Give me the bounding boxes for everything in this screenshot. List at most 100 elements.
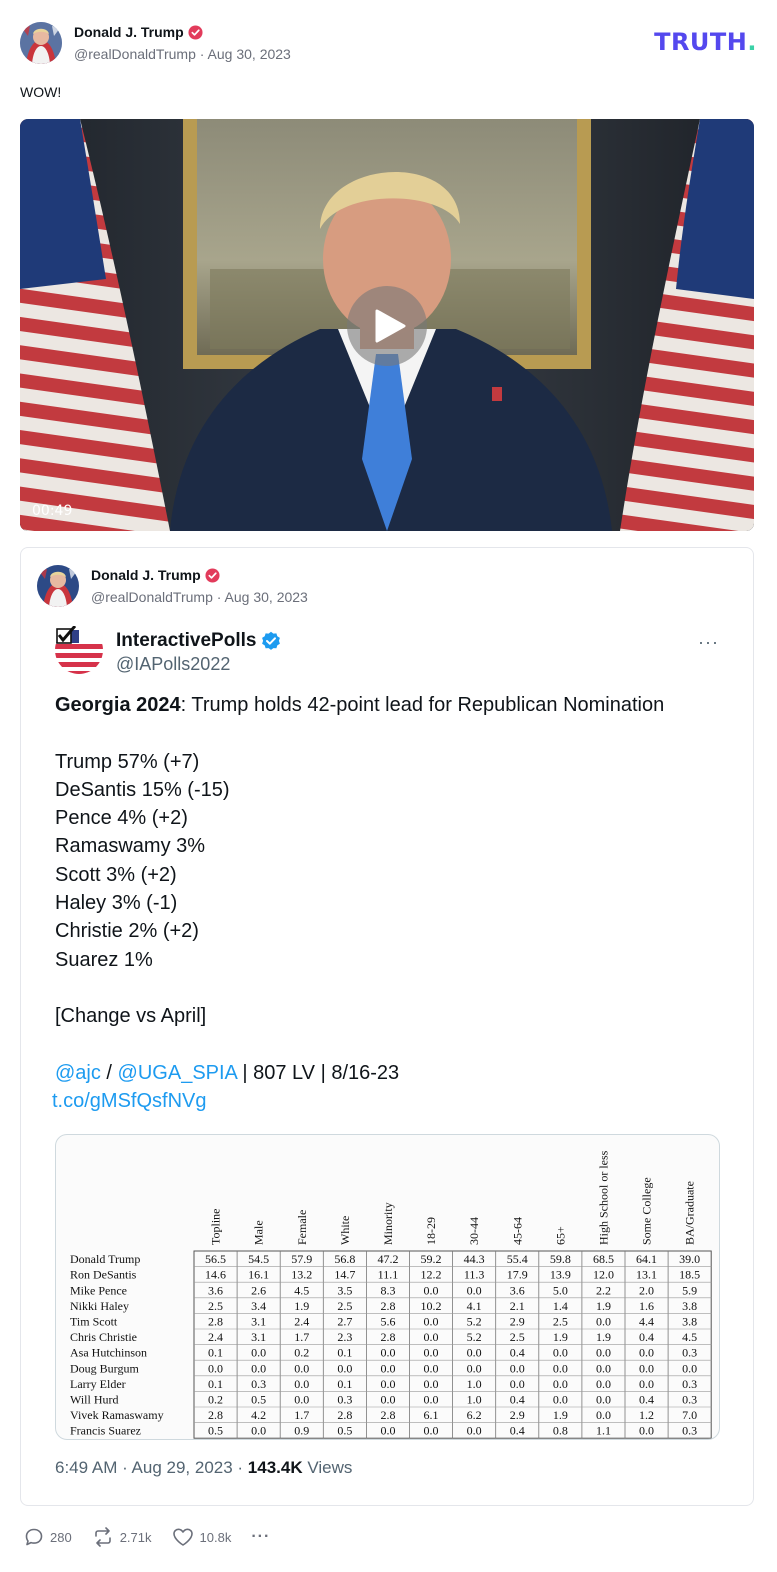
poll-table: Topline Male Female White Minority 18-29 30-44…: [70, 1150, 712, 1439]
tweet-body: Georgia 2024: Trump holds 42-point lead …: [52, 691, 725, 1115]
tweet-result-line: Haley 3% (-1): [55, 892, 178, 915]
poll-cell: 0.0: [380, 1393, 395, 1407]
retruth-icon: [94, 1527, 111, 1547]
poll-cell: 0.8: [553, 1424, 568, 1438]
poll-cell: 0.3: [337, 1393, 352, 1407]
poll-cell: 0.3: [251, 1377, 266, 1391]
poll-cell: 2.8: [380, 1299, 395, 1313]
retruth-count: 2.71k: [119, 1529, 152, 1545]
tweet-source-line: @ajc / @UGA_SPIA | 807 LV | 8/16-23: [55, 1059, 725, 1087]
poll-row-label: Chris Christie: [70, 1330, 137, 1344]
poll-column-header: High School or less: [596, 1150, 610, 1245]
poll-cell: 18.5: [679, 1268, 700, 1282]
poll-cell: 0.0: [251, 1361, 266, 1375]
poll-cell: 2.8: [337, 1408, 352, 1422]
mention-ajc: @ajc: [55, 1061, 101, 1084]
poll-cell: 0.1: [337, 1346, 352, 1360]
poll-cell: 6.1: [424, 1408, 439, 1422]
quoted-author-handle[interactable]: @realDonaldTrump: [91, 589, 213, 605]
poll-cell: 2.8: [208, 1315, 223, 1329]
brand-wordmark: TRUTH: [654, 28, 748, 56]
quoted-post[interactable]: Donald J. Trump @realDonaldTrump · Aug 3…: [20, 547, 754, 1506]
poll-cell: 0.0: [553, 1393, 568, 1407]
poll-cell: 17.9: [507, 1268, 528, 1282]
video-player[interactable]: 00:49: [20, 119, 754, 531]
poll-cell: 2.5: [510, 1330, 525, 1344]
poll-cell: 0.0: [380, 1346, 395, 1360]
poll-cell: 5.2: [467, 1315, 482, 1329]
poll-cell: 39.0: [679, 1252, 700, 1266]
poll-row-label: Doug Burgum: [70, 1361, 139, 1375]
poll-cell: 2.1: [510, 1299, 525, 1313]
poll-cell: 54.5: [248, 1252, 269, 1266]
poll-cell: 64.1: [636, 1252, 657, 1266]
quoted-author-name[interactable]: Donald J. Trump: [91, 567, 201, 583]
poll-row-label: Vivek Ramaswamy: [70, 1408, 164, 1422]
poll-cell: 0.0: [380, 1361, 395, 1375]
poll-column-header: Female: [295, 1210, 309, 1245]
poll-cell: 1.7: [294, 1408, 309, 1422]
poll-cell: 0.0: [596, 1393, 611, 1407]
poll-cell: 13.1: [636, 1268, 657, 1282]
poll-cell: 1.9: [596, 1330, 611, 1344]
poll-cell: 0.3: [682, 1393, 697, 1407]
reply-button[interactable]: 280: [24, 1527, 72, 1547]
poll-cell: 2.9: [510, 1315, 525, 1329]
like-count: 10.8k: [199, 1529, 232, 1545]
poll-cell: 5.9: [682, 1283, 697, 1297]
poll-row-label: Mike Pence: [70, 1283, 127, 1297]
poll-column-header: BA/Graduate: [683, 1181, 697, 1245]
meta-separator: ·: [199, 46, 205, 62]
poll-cell: 0.0: [424, 1393, 439, 1407]
post-date[interactable]: Aug 30, 2023: [208, 46, 291, 62]
poll-cell: 2.2: [596, 1283, 611, 1297]
tweet-result-line: Christie 2% (+2): [55, 920, 199, 943]
poll-cell: 47.2: [377, 1252, 398, 1266]
tweet-views-label: Views: [302, 1458, 353, 1477]
poll-cell: 13.9: [550, 1268, 571, 1282]
poll-cell: 10.2: [421, 1299, 442, 1313]
poll-cell: 0.0: [639, 1361, 654, 1375]
truth-social-logo[interactable]: TRUTH.: [654, 28, 757, 56]
poll-cell: 0.0: [380, 1424, 395, 1438]
author-avatar[interactable]: [20, 22, 62, 64]
poll-cell: 12.0: [593, 1268, 614, 1282]
poll-cell: 0.9: [294, 1424, 309, 1438]
poll-cell: 0.0: [467, 1424, 482, 1438]
post-action-bar: 280 2.71k 10.8k ···: [24, 1527, 270, 1547]
meta-separator: ·: [216, 589, 222, 605]
poll-cell: 0.0: [424, 1424, 439, 1438]
more-options-button[interactable]: ···: [251, 1528, 270, 1546]
poll-cell: 0.0: [424, 1361, 439, 1375]
poll-cell: 3.1: [251, 1330, 266, 1344]
poll-cell: 1.9: [294, 1299, 309, 1313]
poll-cell: 0.1: [337, 1377, 352, 1391]
poll-cell: 0.0: [596, 1408, 611, 1422]
poll-cell: 0.0: [424, 1346, 439, 1360]
poll-cell: 2.4: [208, 1330, 223, 1344]
poll-cell: 2.8: [380, 1330, 395, 1344]
quoted-post-date[interactable]: Aug 30, 2023: [225, 589, 308, 605]
poll-cell: 0.0: [251, 1424, 266, 1438]
like-icon: [172, 1528, 193, 1546]
poll-cell: 0.5: [337, 1424, 352, 1438]
poll-column-header: 30-44: [467, 1217, 481, 1245]
poll-cell: 2.5: [553, 1315, 568, 1329]
poll-cell: 2.0: [639, 1283, 654, 1297]
poll-cell: 1.6: [639, 1299, 654, 1313]
author-handle[interactable]: @realDonaldTrump: [74, 46, 196, 62]
interactivepolls-avatar[interactable]: [55, 626, 103, 674]
poll-cell: 0.0: [510, 1377, 525, 1391]
play-button[interactable]: [347, 286, 427, 366]
like-button[interactable]: 10.8k: [172, 1527, 232, 1547]
poll-cell: 1.9: [553, 1330, 568, 1344]
poll-cell: 8.3: [380, 1283, 395, 1297]
author-name[interactable]: Donald J. Trump: [74, 24, 184, 40]
poll-cell: 0.1: [208, 1346, 223, 1360]
quoted-author-avatar[interactable]: [37, 565, 79, 607]
poll-cell: 2.7: [337, 1315, 352, 1329]
retruth-button[interactable]: 2.71k: [92, 1527, 152, 1547]
tweet-short-link: t.co/gMSfQsfNVg: [52, 1090, 207, 1113]
tweet-change-note: [Change vs April]: [55, 1005, 207, 1028]
author-name-row: Donald J. Trump: [74, 24, 203, 40]
